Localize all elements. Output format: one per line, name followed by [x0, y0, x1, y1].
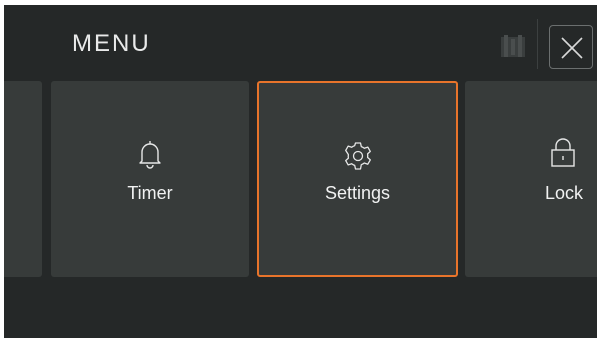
gear-icon [342, 140, 374, 177]
tile-label-lock: Lock [544, 183, 584, 203]
page-title: MENU [72, 30, 151, 57]
menu-screen: MENU Timer Settings Lock [4, 5, 597, 338]
close-button[interactable] [549, 25, 593, 69]
menu-tile-previous[interactable] [4, 81, 42, 277]
menu-tile-settings[interactable]: Settings [257, 81, 458, 277]
sd-card-icon [501, 35, 525, 57]
tile-label-timer: Timer [127, 183, 173, 203]
header-divider [537, 19, 538, 69]
menu-tile-lock[interactable]: Lock [465, 81, 597, 277]
tile-label-settings: Settings [324, 183, 391, 203]
bell-icon [138, 139, 162, 174]
menu-tile-timer[interactable]: Timer [51, 81, 249, 277]
padlock-icon [550, 137, 576, 174]
